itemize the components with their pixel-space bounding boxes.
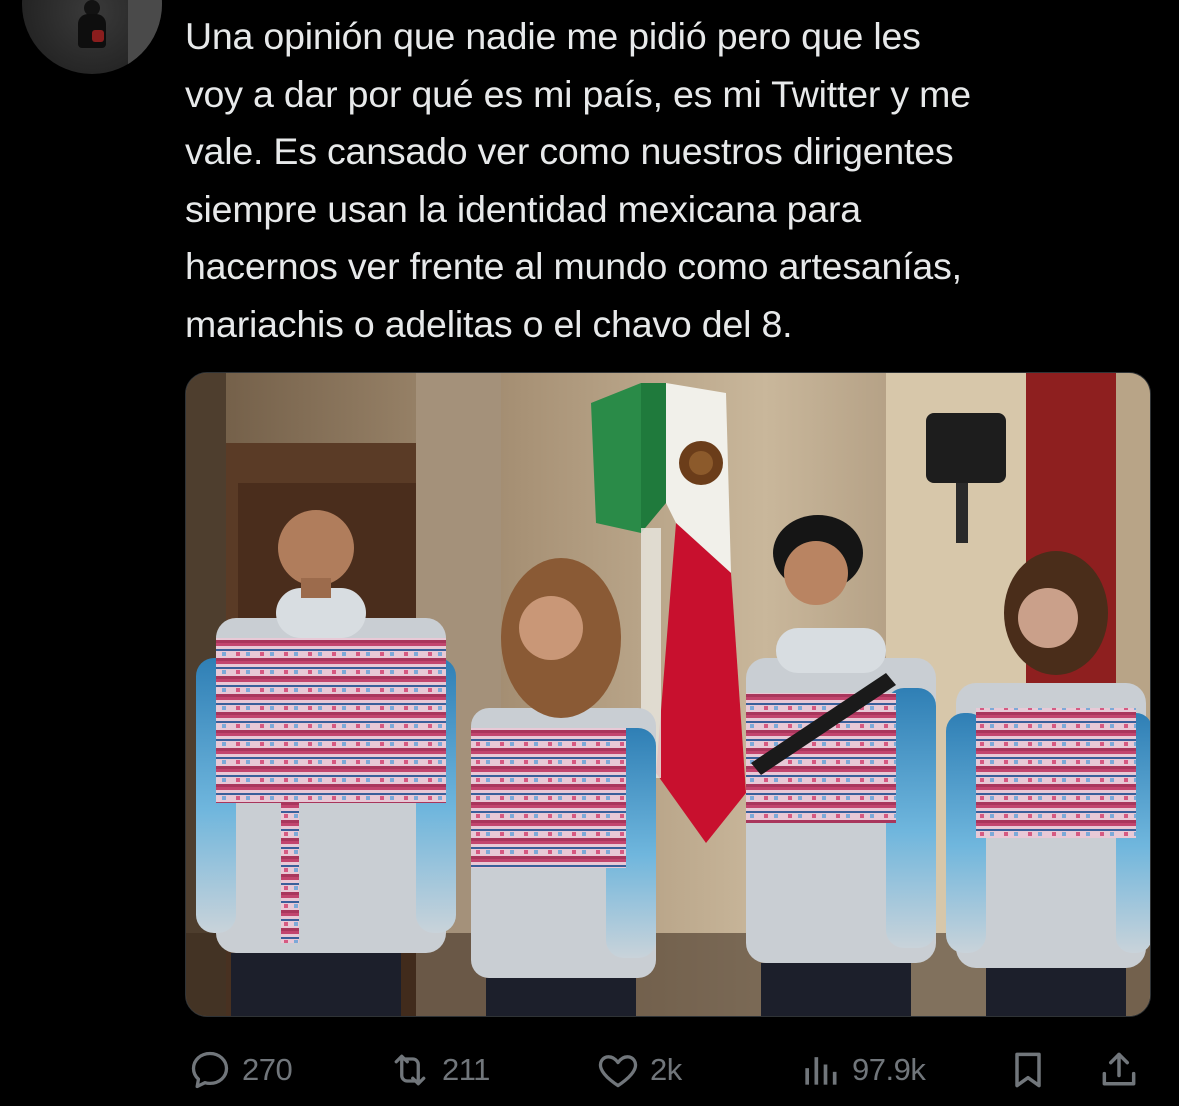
bookmark-button[interactable] — [1006, 1042, 1050, 1098]
tweet-text: Una opinión que nadie me pidió pero que … — [185, 15, 971, 345]
tweet-action-bar: 270 211 2k 97.9k — [0, 1042, 1179, 1098]
bookmark-icon — [1015, 1052, 1041, 1088]
views-button[interactable]: 97.9k — [798, 1042, 926, 1098]
like-button[interactable]: 2k — [596, 1042, 682, 1098]
retweet-button[interactable]: 211 — [388, 1042, 490, 1098]
heart-icon — [598, 1055, 638, 1088]
avatar[interactable] — [22, 0, 162, 74]
reply-icon — [191, 1051, 229, 1089]
avatar-figure-bag — [92, 30, 104, 42]
avatar-background-wall — [128, 0, 162, 74]
tweet-photo[interactable] — [185, 372, 1151, 1017]
like-count: 2k — [650, 1052, 682, 1087]
retweet-count: 211 — [442, 1052, 490, 1087]
share-icon — [1102, 1052, 1136, 1086]
reply-count: 270 — [242, 1052, 293, 1087]
views-icon — [805, 1057, 837, 1085]
retweet-icon — [394, 1054, 426, 1086]
photo-illustration — [186, 373, 1150, 1016]
share-button[interactable] — [1097, 1042, 1141, 1098]
views-count: 97.9k — [852, 1052, 926, 1087]
reply-button[interactable]: 270 — [188, 1042, 293, 1098]
